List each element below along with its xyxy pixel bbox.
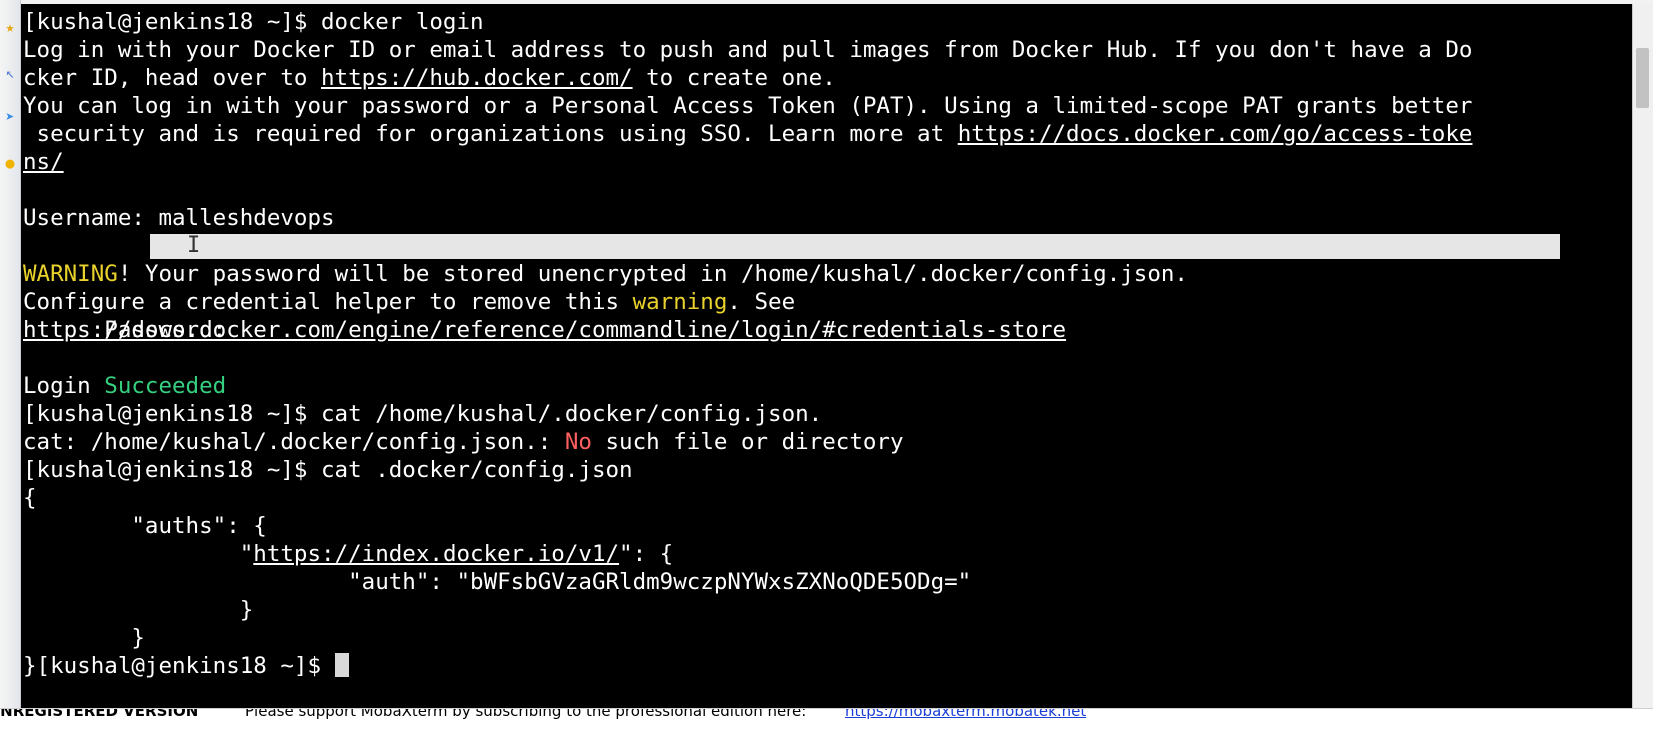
- json-text: "auths": {: [23, 513, 267, 539]
- terminal-line: "auths": {: [23, 512, 1653, 540]
- terminal-line: }: [23, 596, 1653, 624]
- terminal-line: "auth": "bWFsbGVzaGRldm9wczpNYWxsZXNoQDE…: [23, 568, 1653, 596]
- docker-index-link[interactable]: https://index.docker.io/v1/: [253, 541, 619, 567]
- access-tokens-link-wrap[interactable]: ns/: [23, 149, 64, 175]
- output-text: Log in with your Docker ID or email addr…: [23, 37, 1473, 63]
- terminal-line: "https://index.docker.io/v1/": {: [23, 540, 1653, 568]
- output-text: such file or directory: [591, 429, 904, 455]
- warning-word: warning: [632, 289, 728, 315]
- bulb-icon[interactable]: ●: [1, 154, 19, 172]
- terminal-line: Username: malleshdevops: [23, 204, 1653, 232]
- json-text: ": {: [619, 541, 674, 567]
- terminal-line: }[kushal@jenkins18 ~]$: [23, 652, 1653, 680]
- output-text: to create one.: [632, 65, 836, 91]
- output-text: cat: /home/kushal/.docker/config.json.:: [23, 429, 565, 455]
- terminal-line: WARNING! Your password will be stored un…: [23, 260, 1653, 288]
- terminal-line: Configure a credential helper to remove …: [23, 288, 1653, 316]
- output-text: You can log in with your password or a P…: [23, 93, 1473, 119]
- terminal-line: [kushal@jenkins18 ~]$ cat .docker/config…: [23, 456, 1653, 484]
- terminal-window[interactable]: [kushal@jenkins18 ~]$ docker login Log i…: [21, 4, 1653, 708]
- json-text: }: [23, 625, 145, 651]
- access-tokens-link[interactable]: https://docs.docker.com/go/access-toke: [958, 121, 1473, 147]
- scrollbar-thumb[interactable]: [1636, 48, 1649, 108]
- terminal-line: [kushal@jenkins18 ~]$ docker login: [23, 8, 1653, 36]
- terminal-line: }: [23, 624, 1653, 652]
- output-text: cker ID, head over to: [23, 65, 322, 91]
- send-icon[interactable]: ➤: [1, 108, 19, 126]
- terminal-line: https://docs.docker.com/engine/reference…: [23, 316, 1653, 344]
- success-word: Succeeded: [104, 373, 227, 399]
- command-text: [kushal@jenkins18 ~]$ cat .docker/config…: [23, 457, 633, 483]
- output-text: Login: [23, 373, 105, 399]
- command-text: [kushal@jenkins18 ~]$ docker login: [23, 9, 484, 35]
- terminal-line: cker ID, head over to https://hub.docker…: [23, 64, 1653, 92]
- terminal-line: Login Succeeded: [23, 372, 1653, 400]
- json-text: "auth": "bWFsbGVzaGRldm9wczpNYWxsZXNoQDE…: [23, 569, 972, 595]
- username-prompt: Username: malleshdevops: [23, 205, 335, 231]
- terminal-line: You can log in with your password or a P…: [23, 92, 1653, 120]
- terminal-line: Log in with your Docker ID or email addr…: [23, 36, 1653, 64]
- terminal-cursor: [334, 653, 349, 677]
- command-text: [kushal@jenkins18 ~]$ cat /home/kushal/.…: [23, 401, 823, 427]
- scrollbar[interactable]: [1632, 4, 1653, 708]
- text-cursor-icon: I: [187, 233, 201, 258]
- left-toolbar: ★ ↖ ➤ ●: [0, 0, 21, 708]
- terminal-line: security and is required for organizatio…: [23, 120, 1653, 148]
- password-prompt: Password:: [104, 317, 227, 343]
- terminal-line: {: [23, 484, 1653, 512]
- terminal-line: [kushal@jenkins18 ~]$ cat /home/kushal/.…: [23, 400, 1653, 428]
- output-text: Configure a credential helper to remove …: [23, 289, 633, 315]
- prompt-text: }[kushal@jenkins18 ~]$: [23, 653, 335, 679]
- json-text: ": [23, 541, 254, 567]
- json-text: {: [23, 485, 37, 511]
- status-bar: UNREGISTERED VERSION Please support Moba…: [0, 708, 1653, 737]
- error-word: No: [564, 429, 592, 455]
- output-text: ! Your password will be stored unencrypt…: [117, 261, 1188, 287]
- terminal-line: cat: /home/kushal/.docker/config.json.: …: [23, 428, 1653, 456]
- support-message: Please support MobaXterm by subscribing …: [245, 708, 807, 720]
- unregistered-version-label: UNREGISTERED VERSION: [0, 708, 199, 720]
- json-text: }: [23, 597, 254, 623]
- output-text: . See: [727, 289, 796, 315]
- terminal-line: ns/: [23, 148, 1653, 176]
- mobaxterm-link[interactable]: https://mobaxterm.mobatek.net: [845, 709, 1086, 725]
- docker-hub-link[interactable]: https://hub.docker.com/: [321, 65, 633, 91]
- selection-highlight: [150, 234, 1560, 259]
- star-icon[interactable]: ★: [1, 18, 19, 36]
- arrow-icon[interactable]: ↖: [1, 64, 19, 82]
- output-text: security and is required for organizatio…: [23, 121, 958, 147]
- password-line: I Password:: [23, 232, 1653, 343]
